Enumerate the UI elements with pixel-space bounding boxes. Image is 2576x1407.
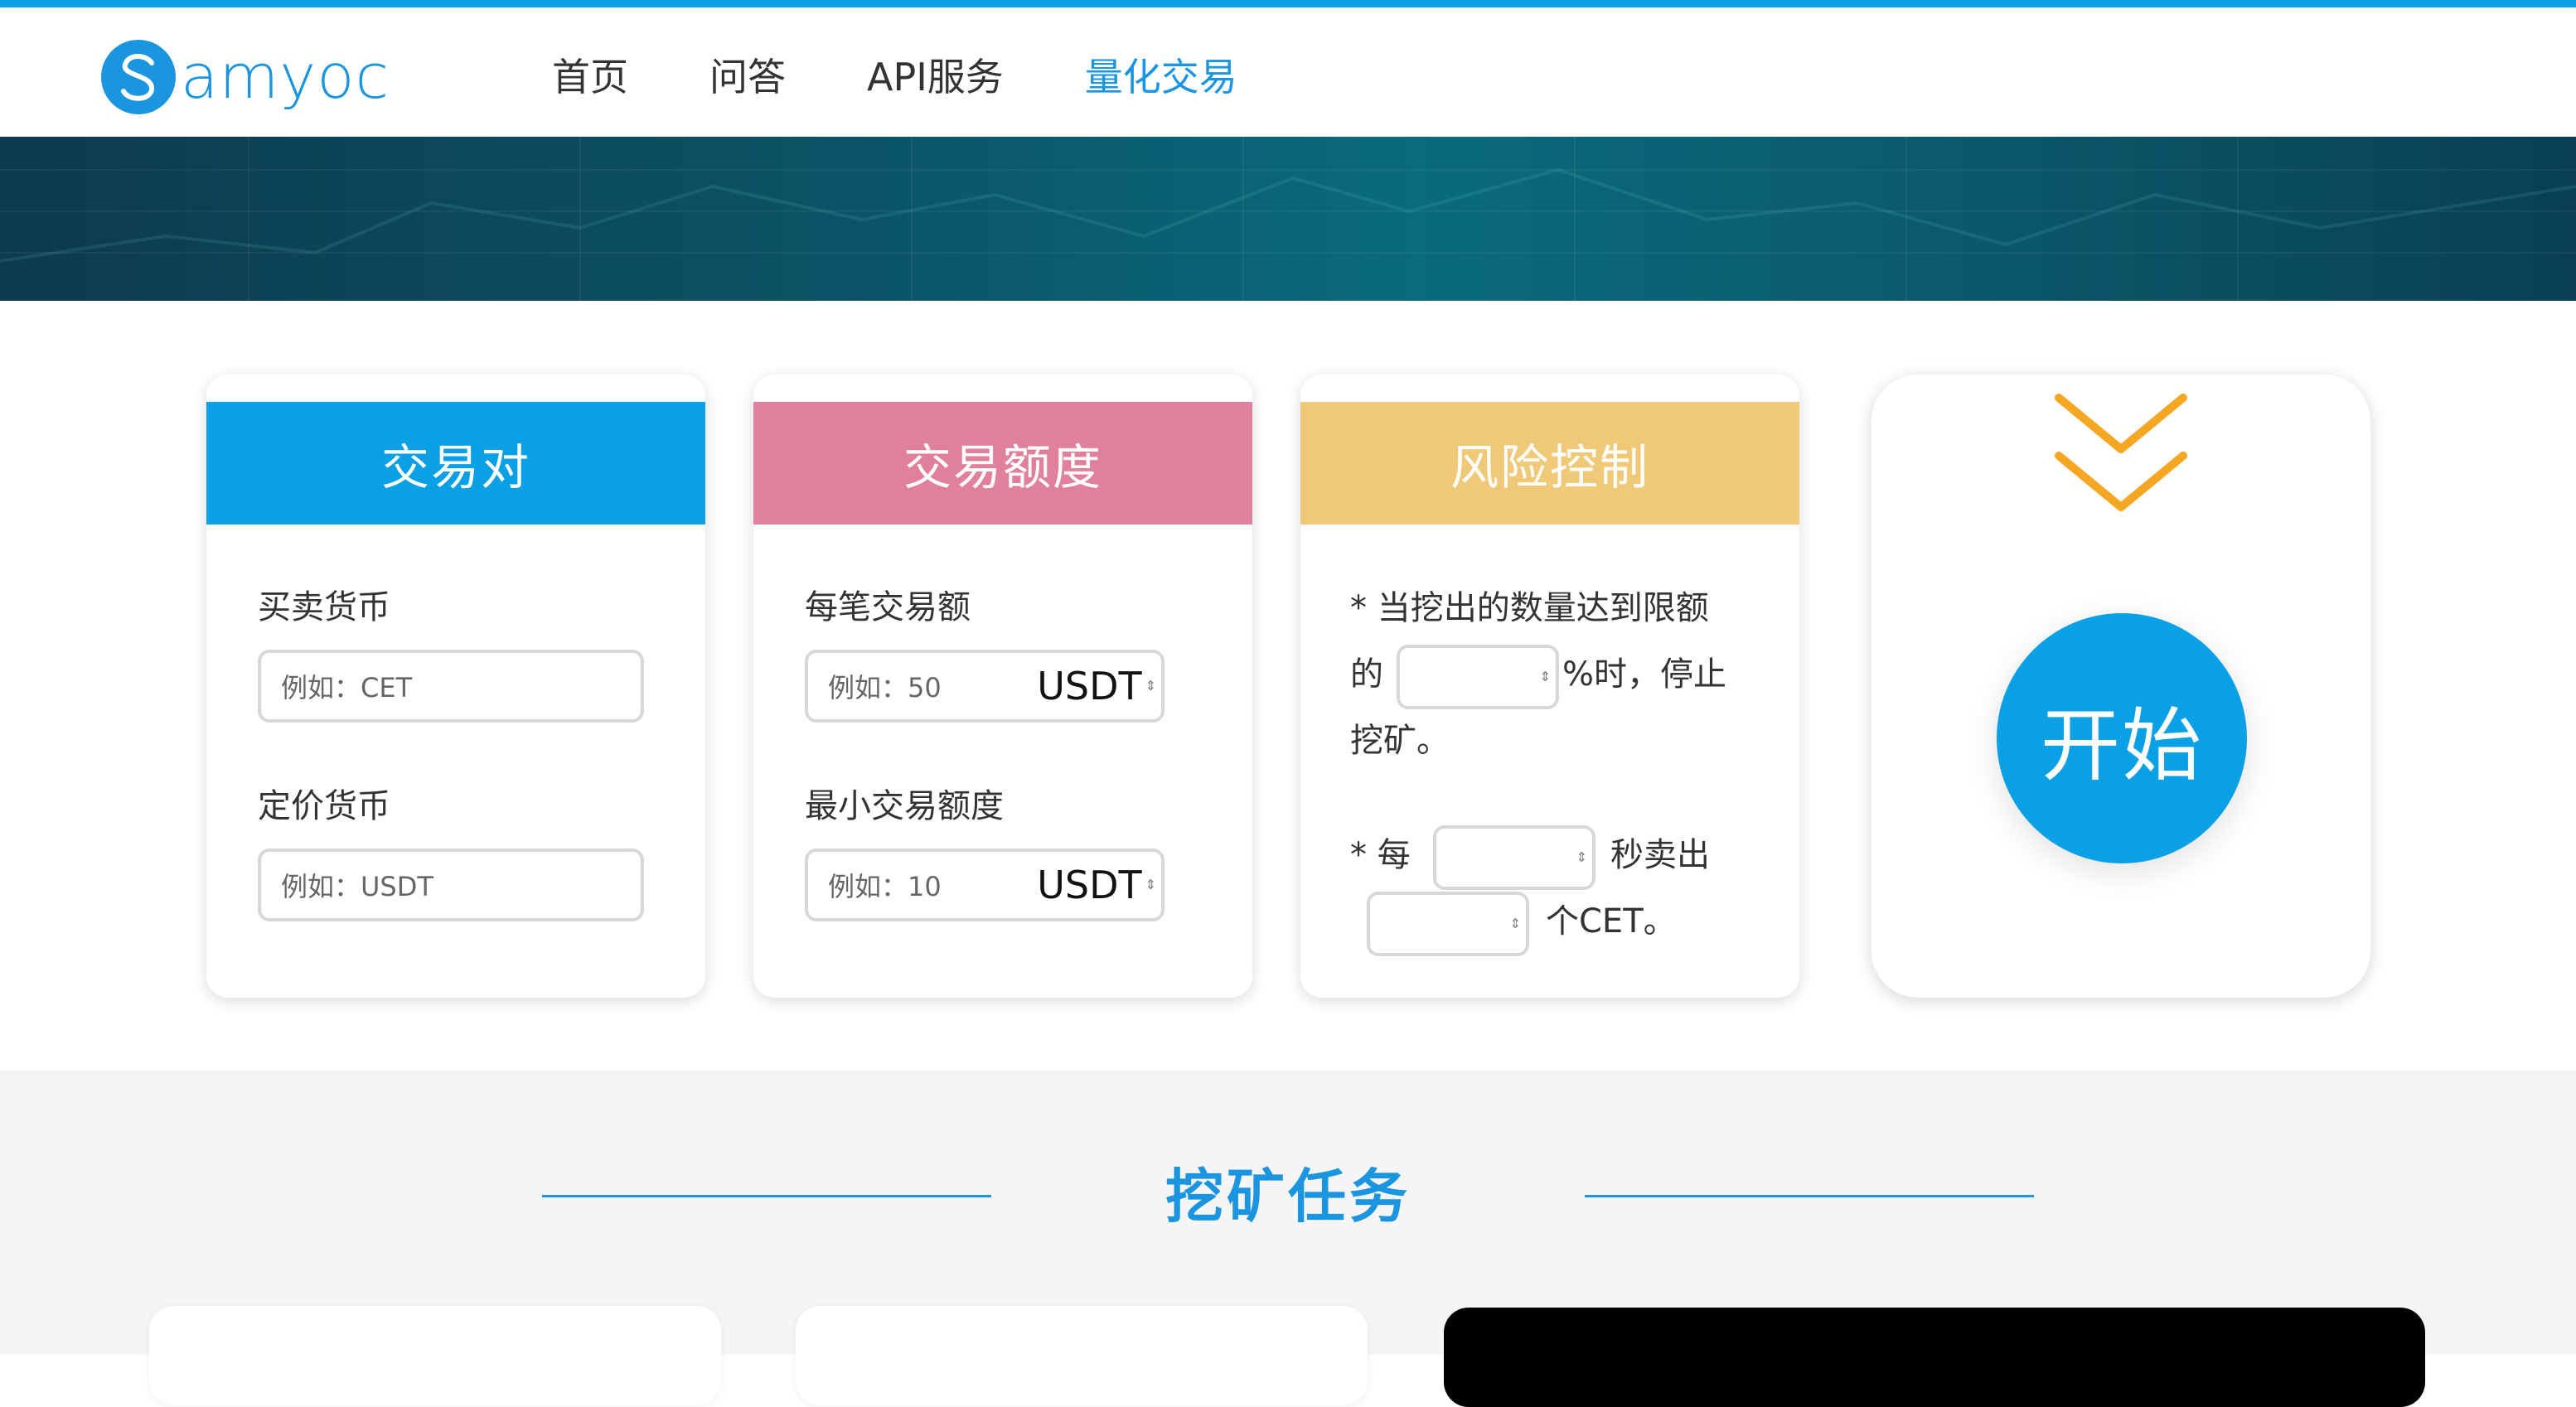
base-currency-label: 买卖货币 bbox=[258, 588, 390, 626]
logo-mark-icon bbox=[101, 40, 176, 114]
min-amount-input[interactable]: 例如：10 USDT ⇕ bbox=[805, 849, 1165, 921]
title-divider-right bbox=[1585, 1195, 2034, 1197]
section-title: 挖矿任务 bbox=[1165, 1163, 1411, 1231]
brand-name: amyoc bbox=[181, 41, 390, 113]
limit-percent-input[interactable]: ⇕ bbox=[1397, 645, 1559, 709]
placeholder: 例如：10 bbox=[828, 871, 942, 902]
double-chevron-down-icon bbox=[2055, 394, 2187, 511]
placeholder: 例如：CET bbox=[281, 672, 413, 704]
spinner-icon[interactable]: ⇕ bbox=[1540, 670, 1551, 684]
sell-amount-input[interactable]: ⇕ bbox=[1367, 892, 1529, 956]
card-header: 风险控制 bbox=[1300, 402, 1799, 525]
spinner-icon[interactable]: ⇕ bbox=[1145, 679, 1156, 693]
brand-logo[interactable]: amyoc bbox=[101, 37, 390, 117]
rule1-text: * 当挖出的数量达到限额 bbox=[1350, 589, 1709, 627]
mining-card-1 bbox=[149, 1306, 721, 1405]
rule1-prefix: 的 bbox=[1350, 655, 1383, 694]
start-card: 开始 bbox=[1871, 375, 2370, 998]
start-button[interactable]: 开始 bbox=[1997, 613, 2247, 863]
trading-pair-card: 交易对 买卖货币 例如：CET 定价货币 例如：USDT bbox=[206, 375, 705, 998]
min-amount-label: 最小交易额度 bbox=[805, 787, 1004, 825]
spinner-icon[interactable]: ⇕ bbox=[1576, 851, 1587, 864]
top-accent-bar bbox=[0, 0, 2576, 7]
rule1-suffix: %时，停止 bbox=[1562, 655, 1727, 694]
quote-currency-label: 定价货币 bbox=[258, 787, 390, 825]
mining-section: 挖矿任务 bbox=[0, 1071, 2576, 1407]
nav-item-api[interactable]: API服务 bbox=[867, 52, 1004, 102]
per-trade-label: 每笔交易额 bbox=[805, 588, 971, 626]
main-nav: 首页 问答 API服务 量化交易 bbox=[552, 52, 1319, 102]
card-header: 交易对 bbox=[206, 402, 705, 525]
trade-amount-card: 交易额度 每笔交易额 例如：50 USDT ⇕ 最小交易额度 例如：10 USD… bbox=[753, 375, 1252, 998]
navbar: amyoc 首页 问答 API服务 量化交易 bbox=[0, 7, 2576, 137]
hero-banner bbox=[0, 137, 2576, 301]
sell-interval-input[interactable]: ⇕ bbox=[1433, 825, 1595, 890]
nav-item-home[interactable]: 首页 bbox=[552, 52, 628, 102]
per-trade-amount-input[interactable]: 例如：50 USDT ⇕ bbox=[805, 650, 1165, 723]
unit-label: USDT bbox=[1037, 664, 1142, 708]
mining-console-panel bbox=[1444, 1308, 2425, 1407]
spinner-icon[interactable]: ⇕ bbox=[1510, 917, 1521, 931]
mining-card-2 bbox=[796, 1306, 1368, 1405]
rule1-end: 挖矿。 bbox=[1350, 722, 1450, 760]
placeholder: 例如：USDT bbox=[281, 871, 433, 902]
rule2-prefix: * 每 bbox=[1350, 836, 1411, 874]
nav-item-qa[interactable]: 问答 bbox=[709, 52, 786, 102]
quote-currency-input[interactable]: 例如：USDT bbox=[258, 849, 644, 921]
card-header: 交易额度 bbox=[753, 402, 1252, 525]
risk-control-card: 风险控制 * 当挖出的数量达到限额 的 ⇕ %时，停止 挖矿。 * 每 ⇕ 秒卖… bbox=[1300, 375, 1799, 998]
banner-chart-pattern bbox=[0, 137, 2576, 301]
rule2-suffix: 个CET。 bbox=[1546, 902, 1677, 940]
placeholder: 例如：50 bbox=[828, 672, 942, 704]
rule2-mid: 秒卖出 bbox=[1610, 836, 1710, 874]
nav-item-quant-trading[interactable]: 量化交易 bbox=[1085, 52, 1237, 102]
unit-label: USDT bbox=[1037, 863, 1142, 907]
base-currency-input[interactable]: 例如：CET bbox=[258, 650, 644, 723]
spinner-icon[interactable]: ⇕ bbox=[1145, 878, 1156, 892]
